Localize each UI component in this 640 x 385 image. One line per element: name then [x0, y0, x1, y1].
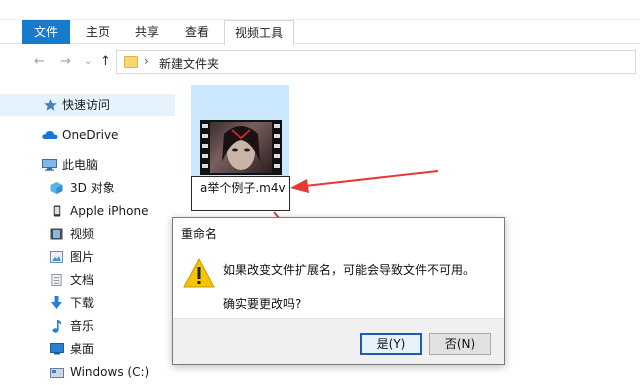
film-sprocket: [274, 134, 280, 138]
rename-dialog: 重命名 如果改变文件扩展名，可能会导致文件不可用。 确实要更改吗? 是(Y) 否…: [172, 217, 505, 365]
video-icon: [50, 228, 63, 240]
desktop-icon: [50, 343, 64, 355]
computer-icon: [42, 159, 57, 171]
warning-icon: [183, 258, 215, 288]
no-button[interactable]: 否(N): [429, 333, 491, 355]
film-sprocket: [202, 144, 208, 148]
sidebar-item-label: OneDrive: [62, 128, 119, 142]
tab-share[interactable]: 共享: [124, 20, 170, 44]
dialog-title: 重命名: [181, 227, 218, 241]
ribbon: 文件 主页 共享 查看 视频工具: [0, 0, 640, 45]
phone-icon: [53, 205, 61, 217]
folder-icon: [124, 56, 138, 68]
sidebar-item-label: 桌面: [70, 342, 95, 356]
recent-locations-button[interactable]: ⌄: [84, 56, 92, 67]
sidebar-item-desktop[interactable]: 桌面: [0, 338, 175, 360]
sidebar-item-onedrive[interactable]: OneDrive: [0, 124, 175, 146]
sidebar-item-label: 3D 对象: [70, 181, 115, 195]
sidebar-item-documents[interactable]: 文档: [0, 269, 175, 291]
sidebar-item-videos[interactable]: 视频: [0, 223, 175, 245]
dialog-footer: 是(Y) 否(N): [173, 318, 504, 364]
cube-icon: [50, 182, 63, 194]
sidebar-item-label: 图片: [70, 250, 95, 264]
film-sprocket: [274, 154, 280, 158]
address-bar[interactable]: › 新建文件夹: [116, 50, 636, 74]
dialog-confirm-text: 确实要更改吗?: [223, 297, 302, 311]
rename-value[interactable]: a举个例子.m4v: [200, 179, 286, 196]
sidebar-item-downloads[interactable]: 下载: [0, 292, 175, 314]
video-thumbnail[interactable]: [200, 120, 282, 175]
sidebar-item-quick-access[interactable]: 快速访问: [0, 94, 175, 116]
sidebar-item-pictures[interactable]: 图片: [0, 246, 175, 268]
music-icon: [52, 320, 62, 333]
tab-video-tools[interactable]: 视频工具: [224, 20, 294, 45]
film-sprocket: [202, 124, 208, 128]
cloud-icon: [42, 131, 58, 139]
video-still-image: [210, 122, 272, 173]
forward-button[interactable]: →: [60, 54, 71, 69]
sidebar-item-label: 此电脑: [62, 158, 99, 172]
film-sprocket: [274, 144, 280, 148]
dialog-message: 如果改变文件扩展名，可能会导致文件不可用。: [223, 263, 476, 277]
sidebar-item-label: 快速访问: [62, 98, 111, 112]
up-button[interactable]: ↑: [100, 54, 111, 69]
sidebar-item-music[interactable]: 音乐: [0, 315, 175, 337]
navigation-pane: 快速访问 OneDrive 此电脑 3D 对象 Apple iPhone 视频 …: [0, 80, 175, 385]
rename-textbox[interactable]: a举个例子.m4v: [191, 176, 290, 211]
navigation-bar: ← → ⌄ ↑ › 新建文件夹: [0, 45, 640, 79]
back-button[interactable]: ←: [34, 54, 45, 69]
face-illustration: [222, 126, 260, 170]
film-sprocket: [202, 154, 208, 158]
film-sprocket: [274, 124, 280, 128]
breadcrumb-folder[interactable]: 新建文件夹: [159, 55, 219, 72]
sidebar-item-label: Windows (C:): [70, 365, 150, 379]
sidebar-item-this-pc[interactable]: 此电脑: [0, 154, 175, 176]
sidebar-item-label: 视频: [70, 227, 95, 241]
sidebar-item-apple-iphone[interactable]: Apple iPhone: [0, 200, 175, 222]
star-icon: [44, 99, 57, 111]
document-icon: [51, 274, 62, 286]
dialog-body: 如果改变文件扩展名，可能会导致文件不可用。 确实要更改吗?: [173, 248, 504, 318]
tab-view[interactable]: 查看: [174, 20, 220, 44]
download-icon: [51, 296, 62, 309]
film-sprocket: [202, 164, 208, 168]
film-sprocket: [274, 164, 280, 168]
pictures-icon: [50, 251, 63, 263]
sidebar-item-label: 下载: [70, 296, 95, 310]
sidebar-item-label: Apple iPhone: [70, 204, 149, 218]
drive-icon: [50, 368, 64, 378]
yes-button[interactable]: 是(Y): [360, 333, 422, 355]
tab-file[interactable]: 文件: [22, 20, 70, 44]
sidebar-item-label: 音乐: [70, 319, 95, 333]
sidebar-item-windows-c[interactable]: Windows (C:): [0, 361, 175, 383]
sidebar-item-label: 文档: [70, 273, 95, 287]
sidebar-item-3d-objects[interactable]: 3D 对象: [0, 177, 175, 199]
film-sprocket: [202, 134, 208, 138]
chevron-right-icon: ›: [144, 54, 149, 68]
tab-home[interactable]: 主页: [74, 20, 122, 44]
